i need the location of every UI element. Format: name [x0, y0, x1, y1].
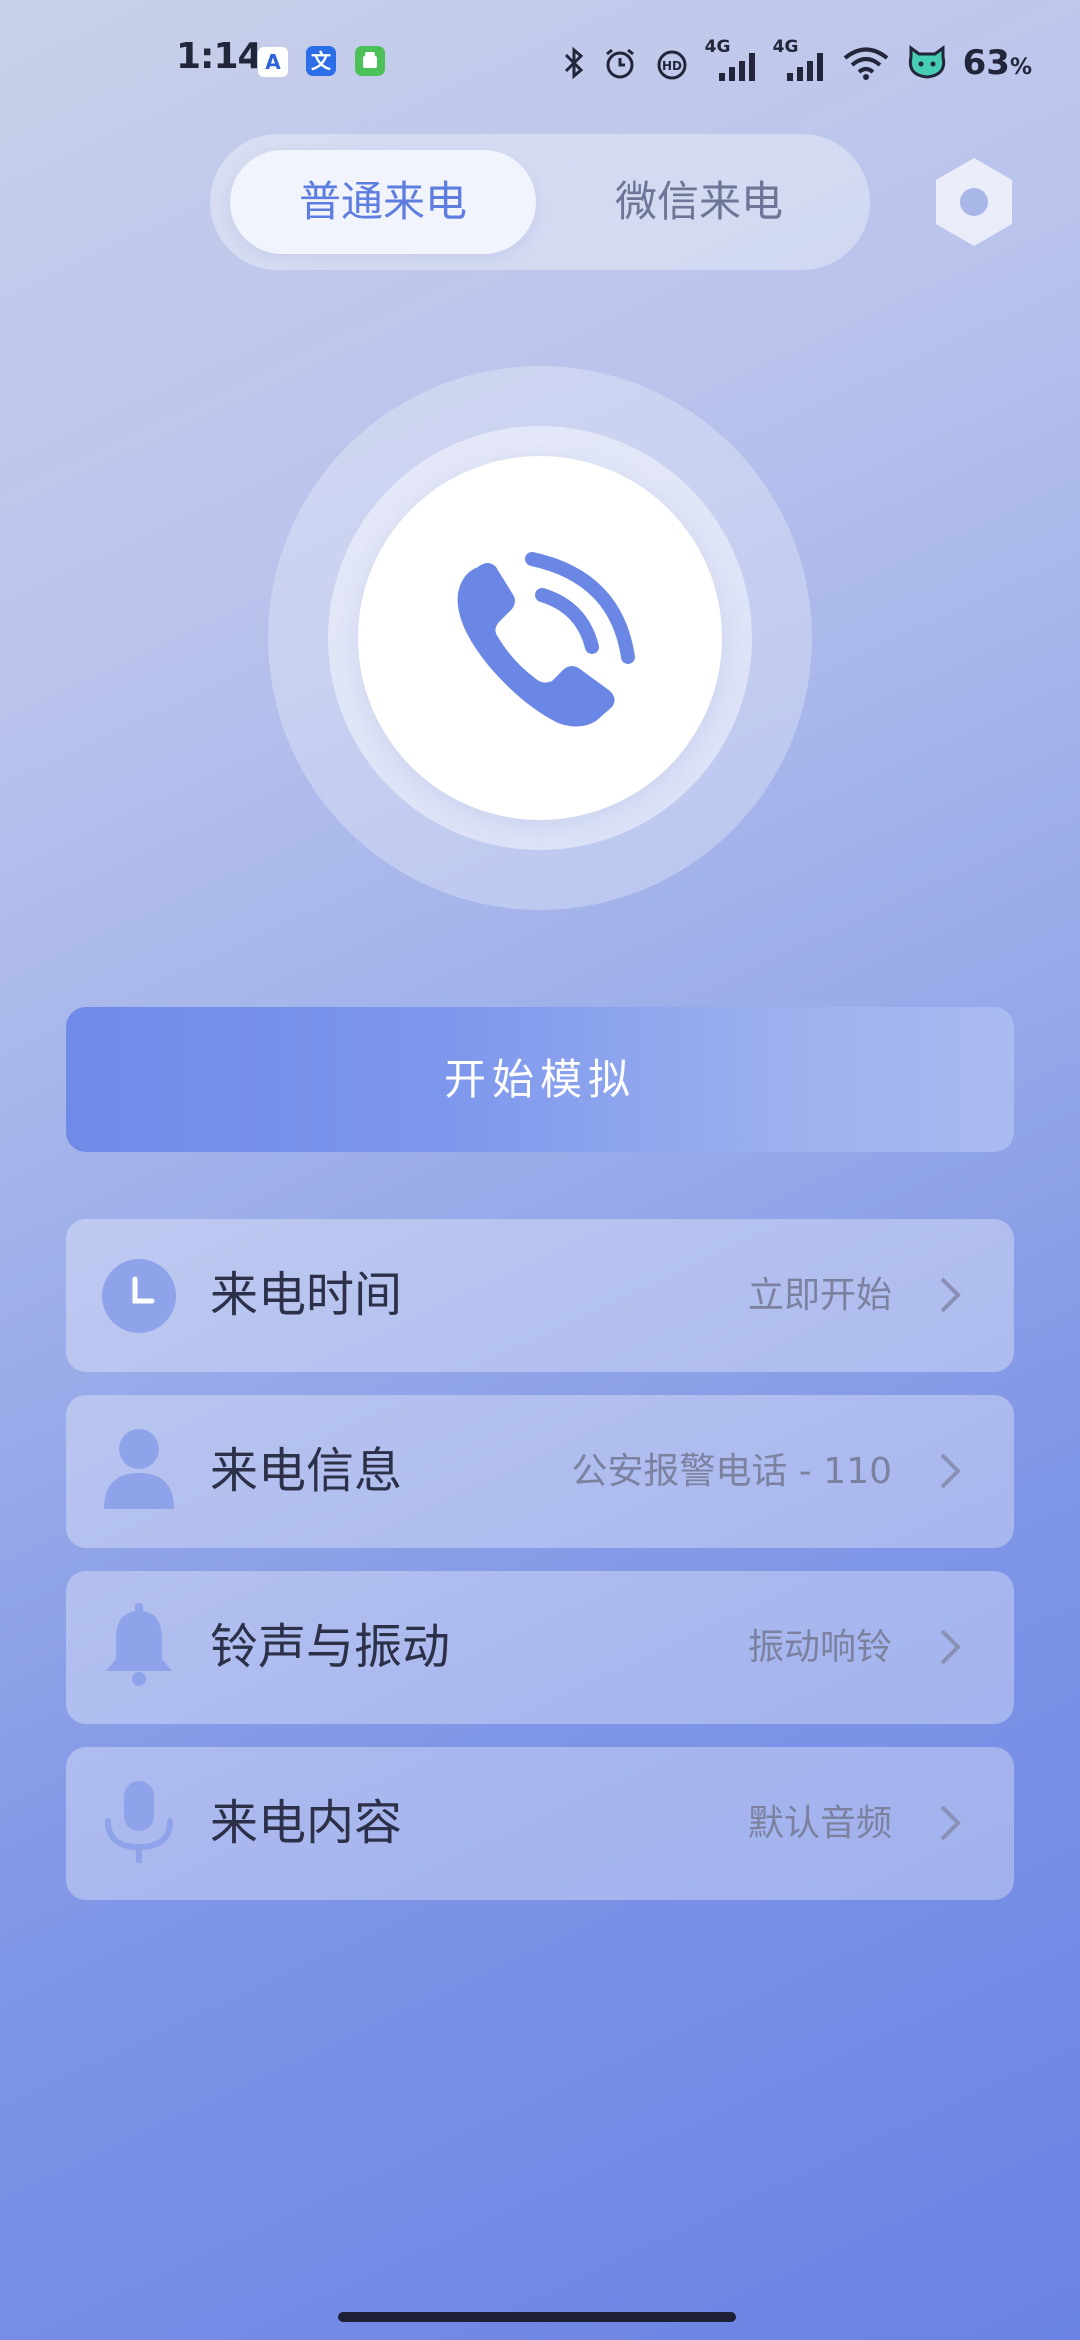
wifi-icon	[843, 47, 888, 80]
row-label: 铃声与振动	[210, 1619, 451, 1675]
settings-icon[interactable]	[934, 156, 1014, 248]
settings-row-call-time[interactable]: 来电时间 立即开始	[66, 1219, 1014, 1372]
home-indicator[interactable]	[338, 2312, 736, 2322]
chevron-right-icon	[940, 1453, 961, 1489]
chevron-right-icon	[940, 1277, 961, 1313]
row-label: 来电信息	[210, 1443, 403, 1499]
status-right-icons: HD 4G 4G 63%	[561, 37, 1032, 88]
battery-unit: %	[1009, 55, 1032, 80]
bell-icon	[106, 1603, 172, 1686]
signal-icon: 4G	[705, 37, 759, 83]
signal-icon: 4G	[773, 37, 827, 83]
battery-level: 63%	[963, 43, 1032, 83]
alarm-icon	[605, 48, 634, 79]
microphone-icon	[105, 1781, 173, 1863]
settings-row-caller-info[interactable]: 来电信息 公安报警电话 - 110	[66, 1395, 1014, 1548]
start-simulation-button[interactable]: 开始模拟	[66, 1007, 1014, 1152]
android-icon	[355, 46, 385, 76]
bluetooth-icon	[564, 46, 583, 80]
app-a-icon: A	[257, 46, 289, 78]
chevron-right-icon	[940, 1629, 961, 1665]
call-type-tabs: 普通来电 微信来电	[210, 134, 870, 270]
status-bar: 1:14 A 文 HD 4G 4G 63%	[0, 0, 1080, 130]
row-value: 振动响铃	[747, 1627, 892, 1668]
phone-icon	[457, 552, 635, 727]
hd-icon: HD	[657, 50, 687, 80]
tab-wechat-call[interactable]: 微信来电	[546, 150, 852, 254]
translate-icon: 文	[306, 46, 336, 76]
battery-cat-icon	[908, 45, 945, 79]
chevron-right-icon	[940, 1805, 961, 1841]
clock-icon	[102, 1259, 176, 1333]
settings-row-ringtone[interactable]: 铃声与振动 振动响铃	[66, 1571, 1014, 1724]
person-icon	[104, 1429, 174, 1509]
row-value: 默认音频	[747, 1803, 892, 1844]
settings-row-call-content[interactable]: 来电内容 默认音频	[66, 1747, 1014, 1900]
row-value: 公安报警电话 - 110	[571, 1451, 892, 1492]
svg-text:HD: HD	[662, 59, 682, 73]
tab-normal-call[interactable]: 普通来电	[230, 150, 536, 254]
row-label: 来电内容	[210, 1795, 403, 1851]
row-value: 立即开始	[747, 1275, 892, 1316]
row-label: 来电时间	[210, 1267, 403, 1323]
battery-percent: 63	[962, 43, 1010, 83]
status-time: 1:14	[176, 36, 263, 77]
